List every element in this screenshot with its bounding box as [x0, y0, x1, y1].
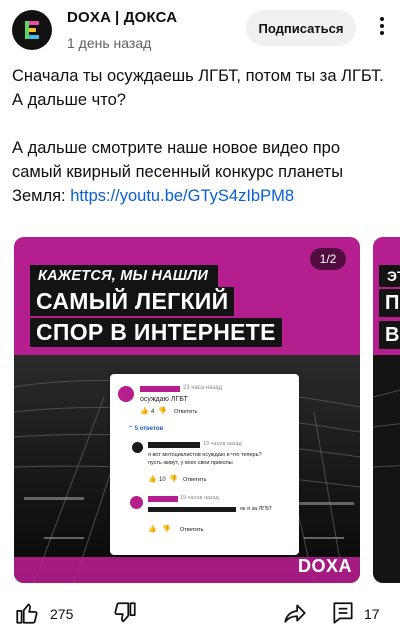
post-line-3: А дальше смотрите наше новое видео про с… — [12, 136, 392, 208]
comment-icon — [333, 602, 353, 624]
comment-time: 23 часа назад — [183, 385, 222, 391]
thumbs-down-icon: 👎 — [169, 476, 178, 483]
thumbs-up-icon — [16, 603, 38, 624]
post-line-2: А дальше что? — [12, 91, 126, 109]
reply-avatar — [132, 442, 143, 453]
reply-label: Ответить — [174, 409, 198, 415]
post-header: DOXA | ДОКСА 1 день назад Подписаться — [0, 0, 400, 60]
reply-text-line-1: я вот мотоциклистов осуждаю и что теперь… — [148, 452, 262, 458]
slide-counter: 1/2 — [310, 248, 346, 270]
post-body: Сначала ты осуждаешь ЛГБТ, потом ты за Л… — [12, 64, 392, 208]
like-button[interactable] — [14, 600, 40, 631]
reply-label: Ответить — [183, 477, 207, 483]
reply-text-line-2: пусть живут, у всех свои приколы — [148, 460, 233, 466]
slide-headline-line-2: СПОР В ИНТЕРНЕТЕ — [30, 318, 282, 347]
slide-headline-line-1: САМЫЙ ЛЕГКИЙ — [30, 287, 235, 316]
thumbs-down-icon: 👎 — [162, 526, 171, 533]
thumbs-up-icon: 👍 — [148, 476, 157, 483]
share-button[interactable] — [282, 600, 308, 631]
comment-text: осуждаю ЛГБТ — [140, 396, 188, 403]
channel-name[interactable]: DOXA | ДОКСА — [67, 9, 177, 26]
more-options-icon[interactable] — [370, 14, 394, 42]
subscribe-button[interactable]: Подписаться — [246, 10, 356, 46]
carousel-slide-1[interactable]: 1/2 КАЖЕТСЯ, МЫ НАШЛИ САМЫЙ ЛЕГКИЙ СПОР … — [14, 237, 360, 583]
slide-2-headline-line-1: П — [379, 289, 400, 317]
action-bar: 275 17 — [0, 598, 400, 638]
dislike-button[interactable] — [112, 600, 138, 631]
slide-2-headline-line-2: В — [379, 321, 400, 349]
doxa-wordmark: DOXA — [297, 556, 352, 576]
thumbs-up-icon: 👍 — [140, 408, 149, 415]
reply-time-2: 19 часов назад — [180, 495, 219, 501]
image-carousel[interactable]: 1/2 КАЖЕТСЯ, МЫ НАШЛИ САМЫЙ ЛЕГКИЙ СПОР … — [14, 237, 400, 583]
reply-avatar-2 — [130, 496, 143, 509]
channel-avatar[interactable] — [12, 10, 52, 50]
doxa-logo-icon — [25, 21, 39, 39]
reply-name-redacted — [148, 442, 200, 448]
video-link[interactable]: https://youtu.be/GTyS4zIbPM8 — [70, 187, 294, 205]
comment-count: 17 — [364, 606, 380, 622]
comment-likes: 4 — [151, 409, 155, 415]
thumbs-down-icon: 👎 — [158, 408, 167, 415]
post-timestamp: 1 день назад — [67, 35, 152, 51]
replies-count: 5 ответов — [134, 426, 164, 432]
like-count: 275 — [50, 606, 74, 622]
reply-mention-redacted — [148, 507, 236, 512]
comment-screenshot: 23 часа назад осуждаю ЛГБТ 👍 4 👎 Ответит… — [110, 374, 299, 555]
reply-likes: 10 — [159, 477, 166, 483]
slide-2-kicker: ЭТ — [379, 265, 400, 287]
slide-kicker: КАЖЕТСЯ, МЫ НАШЛИ — [30, 265, 218, 287]
reply-label: Ответить — [180, 527, 204, 533]
reply-text-2: ок я за ЛГБТ — [240, 506, 272, 512]
thumbs-down-icon — [114, 602, 136, 623]
replies-toggle: ⌃ 5 ответов — [128, 426, 164, 432]
thumbs-up-icon: 👍 — [148, 526, 157, 533]
reply-name-redacted-2 — [148, 496, 178, 502]
commenter-avatar — [118, 386, 134, 402]
comments-button[interactable] — [330, 600, 356, 631]
carousel-slide-2-peek[interactable]: ЭТ П В — [373, 237, 400, 583]
commenter-name-redacted — [140, 386, 180, 392]
share-icon — [284, 604, 306, 623]
reply-time: 19 часов назад — [203, 441, 242, 447]
post-line-1: Сначала ты осуждаешь ЛГБТ, потом ты за Л… — [12, 67, 384, 85]
